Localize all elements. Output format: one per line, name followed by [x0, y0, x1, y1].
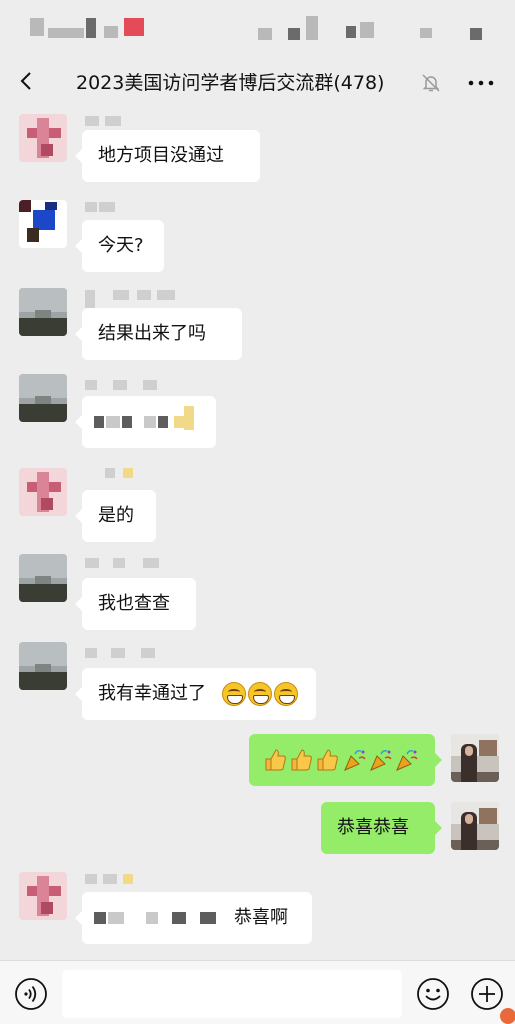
message-bubble[interactable]: 恭喜啊 — [75, 892, 312, 944]
message-bubble[interactable]: 我有幸通过了 — [75, 668, 316, 720]
thumbs-up-icon — [265, 749, 286, 771]
status-blur — [258, 28, 272, 40]
status-blur — [86, 18, 96, 38]
avatar[interactable] — [19, 200, 67, 248]
message-bubble[interactable]: 结果出来了吗 — [75, 308, 242, 360]
obscured-text — [158, 416, 168, 428]
message-bubble[interactable] — [249, 734, 442, 786]
message-text: 地方项目没通过 — [98, 145, 224, 166]
message-text: 我也查查 — [98, 593, 170, 614]
chat-title: 2023美国访问学者博后交流群(478) — [76, 72, 385, 94]
floating-badge-icon — [500, 1008, 515, 1024]
avatar[interactable] — [19, 374, 67, 422]
message-text: 结果出来了吗 — [98, 323, 206, 344]
obscured-text — [184, 406, 194, 430]
avatar[interactable] — [451, 802, 499, 850]
more-horizontal-icon[interactable] — [464, 70, 498, 96]
status-blur — [470, 28, 482, 40]
obscured-text — [144, 416, 156, 428]
message-text: 是的 — [98, 505, 134, 526]
thumbs-up-icon — [291, 749, 312, 771]
status-blur — [306, 16, 318, 40]
message-list[interactable]: 地方项目没通过 今天? 结果出来了吗 是的 我也查查 我有幸通过了 恭喜恭喜 恭… — [0, 108, 515, 960]
status-blur — [48, 28, 84, 38]
avatar[interactable] — [19, 114, 67, 162]
avatar[interactable] — [19, 554, 67, 602]
thumbs-up-icon — [317, 749, 338, 771]
avatar[interactable] — [19, 872, 67, 920]
message-text: 我有幸通过了 — [98, 683, 206, 704]
voice-icon[interactable] — [14, 977, 48, 1011]
obscured-text — [94, 416, 104, 428]
status-blur — [288, 28, 300, 40]
chat-input-bar — [0, 960, 515, 1024]
obscured-text — [174, 416, 184, 428]
avatar[interactable] — [451, 734, 499, 782]
obscured-text — [108, 912, 124, 924]
status-blur — [124, 18, 144, 36]
message-text: 今天? — [98, 235, 144, 256]
obscured-text — [146, 912, 158, 924]
message-bubble[interactable]: 我也查查 — [75, 578, 196, 630]
party-popper-icon — [344, 750, 366, 771]
status-blur — [30, 18, 44, 36]
obscured-text — [200, 912, 216, 924]
message-bubble[interactable]: 恭喜恭喜 — [321, 802, 442, 854]
status-bar — [0, 0, 515, 56]
message-bubble[interactable]: 是的 — [75, 490, 156, 542]
party-popper-icon — [396, 750, 418, 771]
avatar[interactable] — [19, 642, 67, 690]
obscured-text — [106, 416, 120, 428]
message-bubble[interactable]: 今天? — [75, 220, 164, 272]
status-blur — [360, 22, 374, 38]
obscured-text — [172, 912, 186, 924]
obscured-text — [94, 912, 106, 924]
message-text: 恭喜恭喜 — [337, 817, 409, 838]
grin-icon — [274, 682, 298, 706]
status-blur — [420, 28, 432, 38]
obscured-text — [122, 416, 132, 428]
bell-off-icon — [422, 74, 440, 92]
plus-circle-icon[interactable] — [470, 977, 504, 1011]
grin-icon — [222, 682, 246, 706]
message-text: 恭喜啊 — [234, 907, 288, 928]
chevron-left-icon[interactable] — [14, 66, 42, 96]
avatar[interactable] — [19, 468, 67, 516]
message-bubble[interactable] — [75, 396, 216, 448]
chat-header: 2023美国访问学者博后交流群(478) — [0, 56, 515, 108]
avatar[interactable] — [19, 288, 67, 336]
message-bubble[interactable]: 地方项目没通过 — [75, 130, 260, 182]
emoji-icon[interactable] — [416, 977, 450, 1011]
party-popper-icon — [370, 750, 392, 771]
message-input[interactable] — [62, 970, 402, 1018]
status-blur — [104, 26, 118, 38]
status-blur — [346, 26, 356, 38]
grin-icon — [248, 682, 272, 706]
